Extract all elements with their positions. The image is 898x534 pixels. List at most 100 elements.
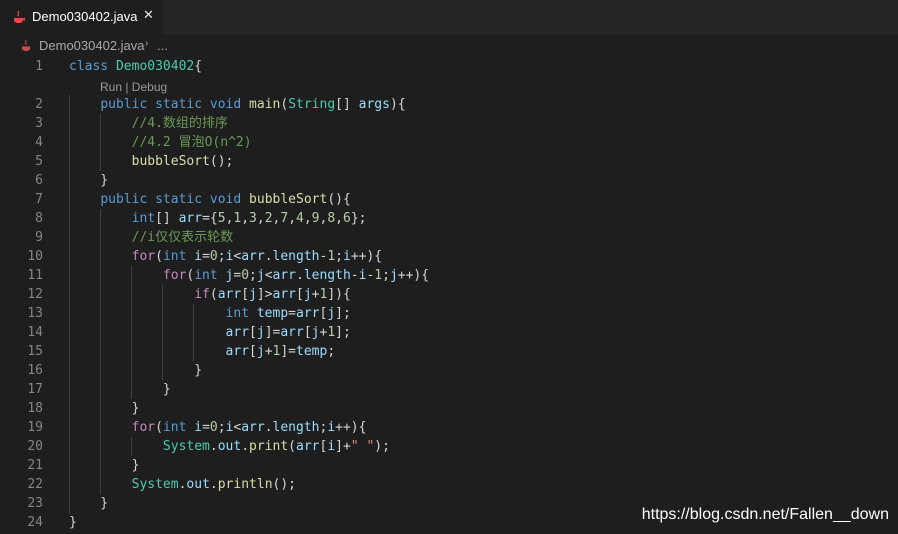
code-line[interactable]: 20 System.out.print(arr[i]+" "); — [0, 437, 898, 456]
code-token: j — [256, 344, 265, 359]
line-number: 11 — [27, 268, 43, 283]
code-line[interactable]: 18 } — [0, 399, 898, 418]
tab-demo030402-java[interactable]: Demo030402.java ✕ — [0, 0, 163, 35]
code-token: arr — [178, 211, 203, 226]
code-token: ( — [288, 439, 296, 454]
code-text: arr[j+1]=temp; — [69, 342, 336, 361]
code-line[interactable]: 15 arr[j+1]=temp; — [0, 342, 898, 361]
breadcrumb-file[interactable]: Demo030402.java — [39, 38, 145, 53]
code-token: [ — [296, 287, 304, 302]
code-line[interactable]: 5 bubbleSort(); — [0, 152, 898, 171]
code-token: arr — [296, 306, 320, 321]
code-token: < — [264, 268, 273, 283]
code-line[interactable]: 3 //4.数组的排序 — [0, 114, 898, 133]
code-token: , — [288, 211, 297, 226]
code-token: arr — [241, 249, 265, 264]
code-token: for — [162, 268, 187, 283]
code-token: String — [288, 97, 336, 112]
code-token: System — [131, 477, 179, 492]
code-token: ]; — [335, 306, 351, 321]
code-token: i — [327, 439, 336, 454]
code-token: ]= — [280, 344, 296, 359]
code-token: } — [69, 382, 171, 397]
code-text: arr[j]=arr[j+1]; — [69, 323, 351, 342]
code-token: 1 — [327, 249, 336, 264]
code-token: class — [69, 59, 109, 74]
code-text: if(arr[j]>arr[j+1]){ — [69, 285, 351, 304]
code-line[interactable]: 13 int temp=arr[j]; — [0, 304, 898, 323]
code-token: //4.2 冒泡O(n^2) — [131, 135, 252, 150]
code-token: [] — [335, 97, 359, 112]
code-token: j — [256, 325, 265, 340]
code-line[interactable]: 1 class Demo030402{ — [0, 57, 898, 76]
code-token: [ — [249, 344, 257, 359]
code-token: . — [209, 439, 218, 454]
code-token: 4 — [296, 211, 304, 226]
code-text: for(int i=0;i<arr.length;i++){ — [69, 418, 367, 437]
code-token: 8 — [327, 211, 336, 226]
code-token: ; — [249, 268, 257, 283]
code-line[interactable]: 4 //4.2 冒泡O(n^2) — [0, 133, 898, 152]
code-line[interactable]: 8 int[] arr={5,1,3,2,7,4,9,8,6}; — [0, 209, 898, 228]
code-token: j — [327, 306, 336, 321]
code-line[interactable]: 21 } — [0, 456, 898, 475]
code-text: } — [69, 380, 171, 399]
code-token: //4.数组的排序 — [131, 116, 228, 131]
code-token: length — [272, 249, 320, 264]
code-text: public static void main(String[] args){ — [69, 95, 406, 114]
code-token: ){ — [389, 97, 406, 112]
code-line[interactable]: 2 public static void main(String[] args)… — [0, 95, 898, 114]
code-token: int — [194, 268, 218, 283]
code-token: ]; — [335, 325, 351, 340]
line-number: 18 — [27, 401, 43, 416]
code-token: ( — [280, 97, 289, 112]
code-line[interactable]: 17 } — [0, 380, 898, 399]
code-token: . — [209, 477, 218, 492]
code-token: 5 — [217, 211, 226, 226]
code-token: arr — [272, 287, 296, 302]
code-token: ); — [374, 439, 390, 454]
code-token: [ — [249, 325, 257, 340]
close-icon[interactable]: ✕ — [143, 8, 154, 23]
code-line[interactable]: 12 if(arr[j]>arr[j+1]){ — [0, 285, 898, 304]
code-token: , — [335, 211, 343, 226]
breadcrumb-more[interactable]: ... — [157, 38, 168, 53]
code-token: arr — [225, 344, 250, 359]
code-line[interactable]: 22 System.out.println(); — [0, 475, 898, 494]
code-token: (); — [272, 477, 297, 492]
code-token: } — [69, 515, 77, 530]
code-token: = — [202, 420, 210, 435]
code-token: length — [272, 420, 320, 435]
code-token: j — [389, 268, 398, 283]
code-token: void — [209, 97, 242, 112]
line-number: 7 — [35, 192, 43, 207]
code-token: int — [131, 211, 156, 226]
code-line[interactable]: 19 for(int i=0;i<arr.length;i++){ — [0, 418, 898, 437]
code-line[interactable]: 9 //i仅仅表示轮数 — [0, 228, 898, 247]
codelens-run-debug[interactable]: Run | Debug — [100, 80, 167, 94]
code-token: 7 — [280, 211, 289, 226]
code-token: ++){ — [397, 268, 430, 283]
code-token: System — [162, 439, 210, 454]
code-token: temp — [296, 344, 328, 359]
code-text: } — [69, 494, 108, 513]
code-token: arr — [280, 325, 304, 340]
line-number: 16 — [27, 363, 43, 378]
code-token: ]){ — [327, 287, 351, 302]
code-token: //i仅仅表示轮数 — [131, 230, 234, 245]
code-line[interactable]: 7 public static void bubbleSort(){ — [0, 190, 898, 209]
code-line[interactable]: 10 for(int i=0;i<arr.length-1;i++){ — [0, 247, 898, 266]
code-line[interactable]: 16 } — [0, 361, 898, 380]
line-number: 17 — [27, 382, 43, 397]
code-line[interactable]: 6 } — [0, 171, 898, 190]
code-line[interactable]: 14 arr[j]=arr[j+1]; — [0, 323, 898, 342]
code-line[interactable]: 11 for(int j=0;j<arr.length-i-1;j++){ — [0, 266, 898, 285]
code-token: i — [342, 249, 351, 264]
